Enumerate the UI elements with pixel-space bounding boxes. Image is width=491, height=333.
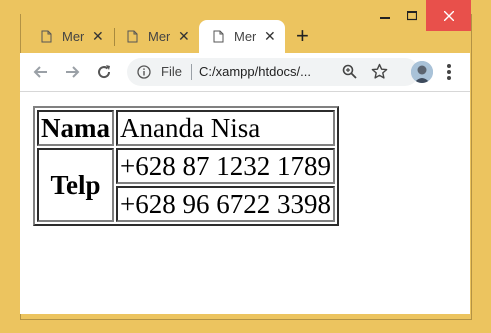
profile-avatar[interactable] (411, 61, 433, 83)
info-icon[interactable] (137, 65, 151, 79)
table-row: Nama Ananda Nisa (37, 110, 335, 146)
close-tab-icon[interactable]: ✕ (92, 28, 104, 45)
reload-button[interactable] (93, 61, 115, 83)
contact-table: Nama Ananda Nisa Telp +628 87 1232 1789 … (33, 106, 339, 226)
back-arrow-icon (33, 66, 47, 78)
browser-toolbar: File C:/xampp/htdocs/... (20, 53, 470, 92)
back-button[interactable] (30, 61, 52, 83)
document-icon (127, 30, 138, 43)
close-tab-icon[interactable]: ✕ (178, 28, 190, 45)
new-tab-button[interactable]: + (296, 24, 309, 48)
more-options-icon[interactable] (446, 63, 452, 81)
maximize-button[interactable] (398, 0, 426, 31)
forward-button[interactable] (61, 61, 83, 83)
document-icon (41, 30, 52, 43)
minimize-icon (380, 16, 390, 19)
omnibox-separator (191, 64, 192, 80)
minimize-button[interactable] (370, 0, 400, 31)
address-bar[interactable]: File C:/xampp/htdocs/... (127, 58, 419, 86)
name-header: Nama (37, 110, 114, 146)
scheme-label: File (161, 64, 182, 79)
bookmark-star-icon[interactable] (371, 63, 388, 80)
tab-1[interactable]: Mer ✕ (27, 20, 113, 53)
browser-window: Mer ✕ Mer ✕ Mer ✕ + File C:/xampp/htdocs… (0, 0, 491, 333)
page-content: Nama Ananda Nisa Telp +628 87 1232 1789 … (20, 92, 470, 314)
tab-title: Mer (62, 29, 84, 44)
phone-value-2: +628 96 6722 3398 (116, 186, 335, 222)
url-text[interactable]: C:/xampp/htdocs/... (199, 64, 311, 79)
zoom-icon[interactable] (342, 64, 357, 79)
maximize-icon (407, 10, 417, 20)
close-window-button[interactable] (426, 0, 471, 31)
forward-arrow-icon (66, 66, 80, 78)
tab-title: Mer (234, 29, 256, 44)
close-icon (443, 10, 454, 21)
table-row: Telp +628 87 1232 1789 (37, 148, 335, 222)
phone-header: Telp (37, 148, 114, 222)
document-icon (213, 30, 224, 43)
close-tab-icon[interactable]: ✕ (264, 28, 276, 45)
tab-2[interactable]: Mer ✕ (113, 20, 199, 53)
user-icon (411, 61, 433, 83)
title-bar: Mer ✕ Mer ✕ Mer ✕ + (0, 0, 491, 53)
phone-value-1: +628 87 1232 1789 (116, 148, 335, 184)
tab-title: Mer (148, 29, 170, 44)
tab-3-active[interactable]: Mer ✕ (199, 20, 285, 53)
name-value: Ananda Nisa (116, 110, 335, 146)
reload-icon (98, 65, 111, 79)
